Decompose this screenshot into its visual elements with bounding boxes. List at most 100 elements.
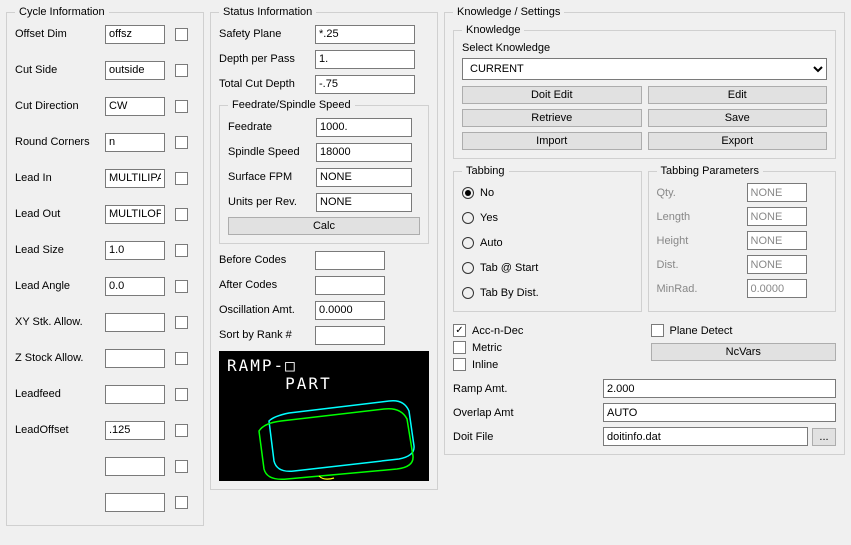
extra1-check[interactable]	[175, 460, 188, 473]
extra2-input[interactable]	[105, 493, 165, 512]
tab-no-label: No	[480, 187, 494, 199]
lead-out-input[interactable]	[105, 205, 165, 224]
qty-label: Qty.	[657, 187, 747, 199]
lead-angle-check[interactable]	[175, 280, 188, 293]
minrad-input	[747, 279, 807, 298]
plane-detect-label: Plane Detect	[670, 325, 733, 337]
safety-plane-input[interactable]	[315, 25, 415, 44]
leadoffset-check[interactable]	[175, 424, 188, 437]
xy-stk-input[interactable]	[105, 313, 165, 332]
cut-side-label: Cut Side	[15, 64, 105, 76]
leadoffset-input[interactable]	[105, 421, 165, 440]
surface-fpm-label: Surface FPM	[228, 171, 316, 183]
height-label: Height	[657, 235, 747, 247]
tab-auto-radio[interactable]	[462, 237, 474, 249]
doit-edit-button[interactable]: Doit Edit	[462, 86, 642, 104]
cut-direction-input[interactable]	[105, 97, 165, 116]
spindle-speed-input[interactable]	[316, 143, 412, 162]
cycle-information-group: Cycle Information Offset Dim Cut Side Cu…	[6, 6, 204, 526]
round-corners-input[interactable]	[105, 133, 165, 152]
lead-size-label: Lead Size	[15, 244, 105, 256]
tab-yes-radio[interactable]	[462, 212, 474, 224]
oscillation-input[interactable]	[315, 301, 385, 320]
round-corners-check[interactable]	[175, 136, 188, 149]
edit-button[interactable]: Edit	[648, 86, 828, 104]
lead-angle-label: Lead Angle	[15, 280, 105, 292]
lead-size-check[interactable]	[175, 244, 188, 257]
total-cut-depth-label: Total Cut Depth	[219, 78, 315, 90]
tabbing-group: Tabbing No Yes Auto Tab @ Start Tab By D…	[453, 165, 642, 312]
lead-size-input[interactable]	[105, 241, 165, 260]
cut-direction-check[interactable]	[175, 100, 188, 113]
lead-angle-input[interactable]	[105, 277, 165, 296]
leadoffset-label: LeadOffset	[15, 424, 105, 436]
overlap-amt-input[interactable]	[603, 403, 836, 422]
units-per-rev-input[interactable]	[316, 193, 412, 212]
knowledge-settings-group: Knowledge / Settings Knowledge Select Kn…	[444, 6, 845, 455]
round-corners-label: Round Corners	[15, 136, 105, 148]
depth-per-pass-input[interactable]	[315, 50, 415, 69]
lead-out-check[interactable]	[175, 208, 188, 221]
inline-label: Inline	[472, 359, 498, 371]
export-button[interactable]: Export	[648, 132, 828, 150]
tab-start-radio[interactable]	[462, 262, 474, 274]
xy-stk-check[interactable]	[175, 316, 188, 329]
save-button[interactable]: Save	[648, 109, 828, 127]
acc-n-dec-check[interactable]	[453, 324, 466, 337]
total-cut-depth-input[interactable]	[315, 75, 415, 94]
calc-button[interactable]: Calc	[228, 217, 420, 235]
retrieve-button[interactable]: Retrieve	[462, 109, 642, 127]
status-legend: Status Information	[219, 6, 316, 18]
lead-out-label: Lead Out	[15, 208, 105, 220]
lead-in-check[interactable]	[175, 172, 188, 185]
z-stock-input[interactable]	[105, 349, 165, 368]
offset-dim-input[interactable]	[105, 25, 165, 44]
after-codes-input[interactable]	[315, 276, 385, 295]
leadfeed-input[interactable]	[105, 385, 165, 404]
offset-dim-label: Offset Dim	[15, 28, 105, 40]
feedrate-input[interactable]	[316, 118, 412, 137]
before-codes-input[interactable]	[315, 251, 385, 270]
tab-no-radio[interactable]	[462, 187, 474, 199]
sort-rank-label: Sort by Rank #	[219, 329, 315, 341]
offset-dim-check[interactable]	[175, 28, 188, 41]
height-input	[747, 231, 807, 250]
dist-input	[747, 255, 807, 274]
knowledge-sub-group: Knowledge Select Knowledge CURRENT Doit …	[453, 24, 836, 159]
doit-file-browse-button[interactable]: ...	[812, 428, 836, 446]
doit-file-label: Doit File	[453, 431, 603, 443]
cut-side-input[interactable]	[105, 61, 165, 80]
tab-dist-label: Tab By Dist.	[480, 287, 539, 299]
ncvars-button[interactable]: NcVars	[651, 343, 837, 361]
lead-in-label: Lead In	[15, 172, 105, 184]
leadfeed-check[interactable]	[175, 388, 188, 401]
z-stock-check[interactable]	[175, 352, 188, 365]
lead-in-input[interactable]	[105, 169, 165, 188]
tab-dist-radio[interactable]	[462, 287, 474, 299]
inline-check[interactable]	[453, 358, 466, 371]
surface-fpm-input[interactable]	[316, 168, 412, 187]
cut-side-check[interactable]	[175, 64, 188, 77]
units-per-rev-label: Units per Rev.	[228, 196, 316, 208]
select-knowledge-dropdown[interactable]: CURRENT	[462, 58, 827, 80]
extra1-input[interactable]	[105, 457, 165, 476]
plane-detect-check[interactable]	[651, 324, 664, 337]
depth-per-pass-label: Depth per Pass	[219, 53, 315, 65]
extra2-check[interactable]	[175, 496, 188, 509]
tabbing-legend: Tabbing	[462, 165, 509, 177]
feedrate-group: Feedrate/Spindle Speed Feedrate Spindle …	[219, 99, 429, 244]
safety-plane-label: Safety Plane	[219, 28, 315, 40]
metric-check[interactable]	[453, 341, 466, 354]
sort-rank-input[interactable]	[315, 326, 385, 345]
select-knowledge-label: Select Knowledge	[462, 42, 827, 54]
knowledge-sub-legend: Knowledge	[462, 24, 524, 36]
z-stock-label: Z Stock Allow.	[15, 352, 105, 364]
ramp-amt-input[interactable]	[603, 379, 836, 398]
metric-label: Metric	[472, 342, 502, 354]
spindle-speed-label: Spindle Speed	[228, 146, 316, 158]
leadfeed-label: Leadfeed	[15, 388, 105, 400]
tab-start-label: Tab @ Start	[480, 262, 538, 274]
knowledge-legend: Knowledge / Settings	[453, 6, 564, 18]
doit-file-input[interactable]	[603, 427, 808, 446]
import-button[interactable]: Import	[462, 132, 642, 150]
